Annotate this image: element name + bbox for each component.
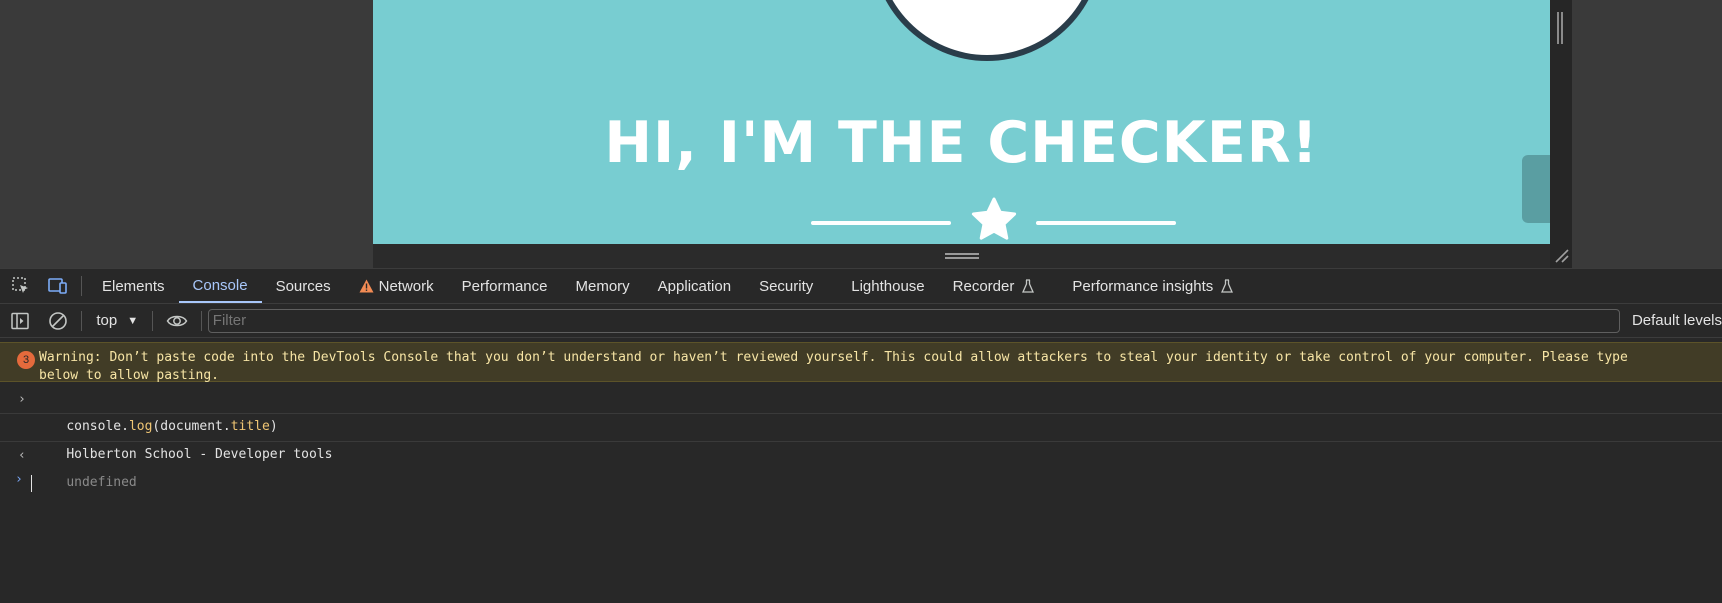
scroll-handle[interactable] — [1557, 12, 1563, 44]
context-selector[interactable]: top ▼ — [88, 312, 146, 329]
side-tab[interactable] — [1522, 155, 1550, 223]
console-output-row: Holberton School - Developer tools — [0, 414, 1722, 462]
device-toolbar-icon[interactable] — [39, 269, 75, 303]
hero-title: HI, I'M THE CHECKER! — [604, 110, 1319, 176]
warning-text-line: Warning: Don’t paste code into the DevTo… — [39, 350, 1628, 365]
console-messages[interactable]: 3 Warning: Don’t paste code into the Dev… — [0, 338, 1722, 603]
console-toolbar: top ▼ Default levels — [0, 304, 1722, 338]
dropdown-caret-icon: ▼ — [127, 314, 139, 327]
tab-network[interactable]: Network — [345, 269, 448, 303]
divider-line-right — [1036, 221, 1176, 225]
tab-recorder[interactable]: Recorder — [939, 269, 1049, 303]
divider-line-left — [811, 221, 951, 225]
filter-input[interactable] — [207, 308, 1620, 333]
console-prompt[interactable]: › — [0, 471, 1722, 495]
viewport-scrollbar[interactable] — [1550, 0, 1572, 268]
clear-console-icon[interactable] — [40, 304, 76, 338]
inspect-element-icon[interactable] — [3, 269, 39, 303]
device-viewport-area: HI, I'M THE CHECKER! — [0, 0, 1722, 268]
toolbar-separator — [81, 310, 83, 331]
console-return-row: ‹ undefined — [0, 442, 1722, 490]
paste-warning-message: 3 Warning: Don’t paste code into the Dev… — [0, 342, 1722, 383]
tab-label: Console — [192, 276, 248, 294]
warning-count-badge: 3 — [17, 351, 35, 369]
warning-triangle-icon — [359, 279, 374, 293]
devtools-tab-bar: Elements Console Sources Network Perform… — [0, 268, 1722, 304]
experiment-flask-icon — [1022, 279, 1035, 293]
warning-text-line: below to allow pasting. — [39, 368, 220, 383]
tab-label: Security — [759, 277, 814, 295]
tab-performance[interactable]: Performance — [448, 269, 562, 303]
sidebar-toggle-icon[interactable] — [0, 304, 40, 338]
log-levels-dropdown[interactable]: Default levels — [1632, 312, 1722, 329]
text-cursor — [31, 475, 32, 492]
experiment-flask-icon — [1221, 279, 1234, 293]
context-label: top — [96, 312, 118, 329]
tab-security[interactable]: Security — [745, 269, 827, 303]
tab-elements[interactable]: Elements — [88, 269, 179, 303]
avatar-circle — [877, 0, 1097, 55]
tab-label: Sources — [275, 277, 331, 295]
tab-label: Performance — [461, 277, 548, 295]
resize-grip-icon[interactable] — [945, 253, 979, 259]
tab-label: Elements — [102, 277, 165, 295]
resize-corner-icon[interactable] — [1552, 246, 1570, 264]
toolbar-separator — [200, 310, 202, 331]
page-preview[interactable]: HI, I'M THE CHECKER! — [373, 0, 1550, 244]
prompt-chevron-icon: › — [15, 472, 23, 487]
toolbar-separator — [81, 276, 82, 296]
tab-label: Recorder — [952, 277, 1015, 295]
toolbar-separator — [152, 310, 154, 331]
tab-label: Lighthouse — [851, 277, 925, 295]
console-input-row: › console.log(document.title) — [0, 386, 1722, 434]
viewport-resize-bar[interactable] — [373, 244, 1550, 268]
tab-application[interactable]: Application — [644, 269, 745, 303]
tab-performance-insights[interactable]: Performance insights — [1058, 269, 1247, 303]
star-icon — [971, 197, 1017, 240]
tab-console[interactable]: Console — [178, 269, 262, 303]
live-expression-eye-icon[interactable] — [159, 304, 195, 338]
tab-lighthouse[interactable]: Lighthouse — [837, 269, 938, 303]
tab-memory[interactable]: Memory — [562, 269, 644, 303]
tab-label: Application — [657, 277, 732, 295]
return-arrow-icon: ‹ — [18, 448, 26, 463]
chevron-right-icon: › — [18, 392, 26, 407]
tab-label: Network — [378, 277, 434, 295]
tab-label: Performance insights — [1072, 277, 1214, 295]
tab-label: Memory — [575, 277, 630, 295]
tab-sources[interactable]: Sources — [262, 269, 345, 303]
